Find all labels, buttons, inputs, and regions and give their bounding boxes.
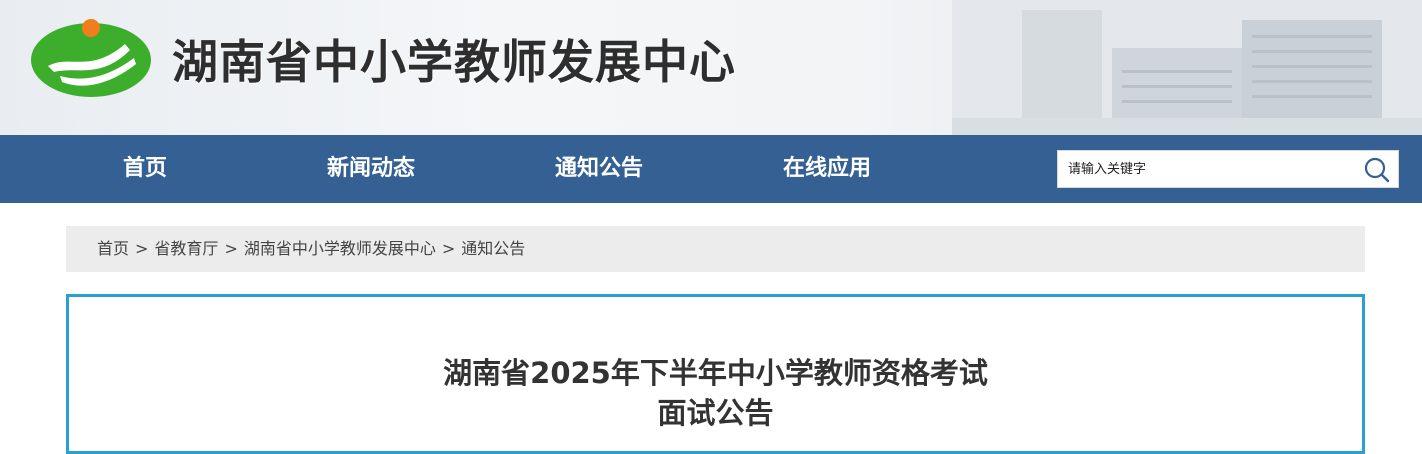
building-background-image — [952, 0, 1422, 135]
nav-item-news[interactable]: 新闻动态 — [327, 135, 415, 203]
breadcrumb-notices[interactable]: 通知公告 — [461, 239, 525, 258]
breadcrumb-separator: > — [135, 239, 149, 258]
site-logo[interactable] — [30, 14, 152, 98]
header-banner: 湖南省中小学教师发展中心 — [0, 0, 1422, 135]
article-title: 湖南省2025年下半年中小学教师资格考试 面试公告 — [69, 353, 1362, 433]
article-panel: 湖南省2025年下半年中小学教师资格考试 面试公告 — [66, 294, 1365, 454]
breadcrumb-separator: > — [224, 239, 238, 258]
breadcrumb: 首页 > 省教育厅 > 湖南省中小学教师发展中心 > 通知公告 — [66, 226, 1365, 272]
breadcrumb-separator: > — [441, 239, 456, 258]
breadcrumb-teacher-center[interactable]: 湖南省中小学教师发展中心 — [244, 239, 436, 258]
nav-item-home[interactable]: 首页 — [123, 135, 167, 203]
article-title-line2: 面试公告 — [657, 396, 774, 430]
search-input[interactable] — [1058, 151, 1348, 187]
nav-item-online-apps[interactable]: 在线应用 — [783, 135, 871, 203]
breadcrumb-education-department[interactable]: 省教育厅 — [154, 239, 218, 258]
search-box — [1057, 150, 1399, 188]
article-title-line1: 湖南省2025年下半年中小学教师资格考试 — [443, 356, 988, 390]
nav-item-notices[interactable]: 通知公告 — [555, 135, 643, 203]
search-icon[interactable] — [1363, 156, 1390, 183]
breadcrumb-home[interactable]: 首页 — [97, 239, 129, 258]
site-title: 湖南省中小学教师发展中心 — [172, 35, 736, 89]
